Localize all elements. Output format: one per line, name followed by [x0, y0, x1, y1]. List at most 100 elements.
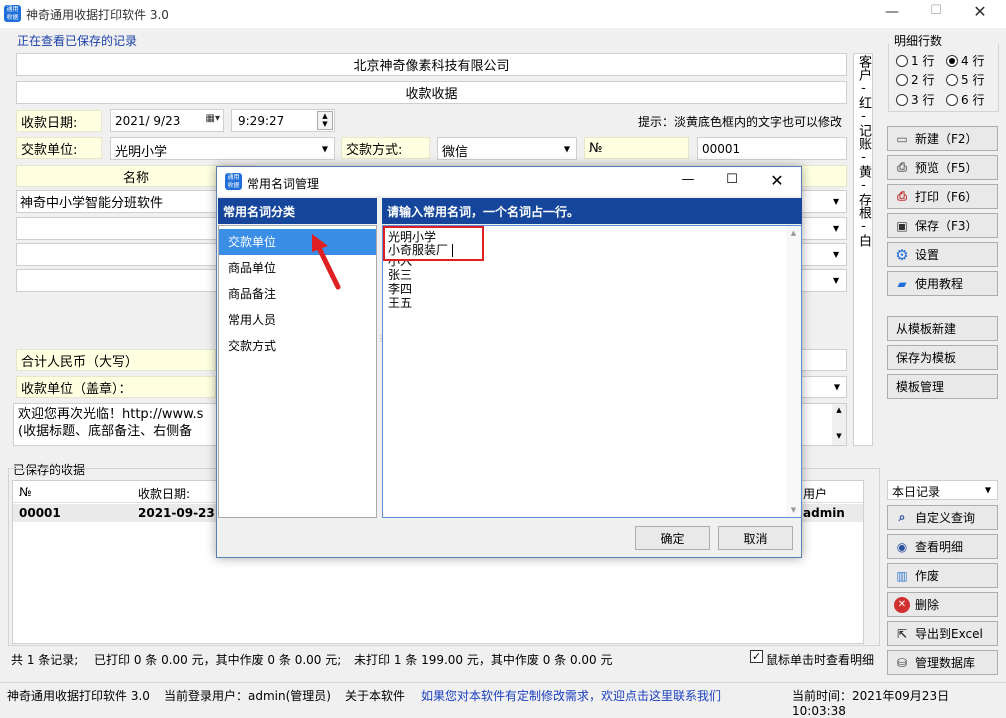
manage-db-button[interactable]: ⛁ 管理数据库 — [887, 650, 998, 675]
viewing-label: 正在查看已保存的记录 — [17, 34, 138, 48]
item-1-name: 神奇中小学智能分班软件 — [20, 196, 164, 211]
export-excel-button[interactable]: ⇱ 导出到Excel — [887, 621, 998, 646]
preview-button[interactable]: ⎙ 预览（F5） — [887, 155, 998, 180]
chevron-down-icon[interactable]: ▼ — [833, 197, 839, 206]
radio-label: 6 行 — [961, 93, 985, 107]
calendar-icon[interactable]: ▦▾ — [206, 113, 220, 124]
radio-2-row[interactable]: 2 行 — [896, 71, 934, 88]
category-list[interactable]: 交款单位 商品单位 商品备注 常用人员 交款方式 — [218, 225, 377, 518]
save-template-button[interactable]: 保存为模板 — [887, 345, 998, 370]
dialog-close-button[interactable]: ✕ — [762, 171, 792, 190]
term-line: 李四 — [388, 282, 413, 296]
hint-text: 提示：淡黄底色框内的文字也可以修改 — [638, 115, 843, 129]
void-button[interactable]: ▥ 作废 — [887, 563, 998, 588]
template-manager-label: 模板管理 — [896, 380, 945, 394]
delete-button[interactable]: ✕ 删除 — [887, 592, 998, 617]
radio-4-row[interactable]: 4 行 — [946, 52, 984, 69]
highlight-box — [383, 226, 484, 261]
gear-icon: ⚙ — [895, 245, 909, 264]
eye-icon: ◉ — [896, 539, 908, 554]
new-button-label: 新建（F2） — [915, 132, 978, 146]
from-template-button[interactable]: 从模板新建 — [887, 316, 998, 341]
table-col-no: № — [19, 485, 32, 499]
tutorial-button[interactable]: ▰ 使用教程 — [887, 271, 998, 296]
table-col-date: 收款日期: — [138, 487, 191, 501]
printer-preview-icon: ⎙ — [897, 160, 907, 174]
manage-db-label: 管理数据库 — [915, 656, 976, 670]
radio-3-row[interactable]: 3 行 — [896, 91, 934, 108]
status-user: 当前登录用户：admin(管理员) — [164, 689, 331, 703]
floppy-icon: ▣ — [896, 218, 908, 233]
template-manager-button[interactable]: 模板管理 — [887, 374, 998, 399]
title-bar: 通用收据 神奇通用收据打印软件 3.0 — ☐ ✕ — [0, 0, 1006, 28]
close-button[interactable]: ✕ — [960, 2, 1000, 22]
view-detail-button[interactable]: ◉ 查看明细 — [887, 534, 998, 559]
cancel-label: 取消 — [743, 531, 768, 546]
payer-label[interactable]: 交款单位: — [16, 137, 102, 159]
column-header-right — [800, 165, 847, 187]
status-about[interactable]: 关于本软件 — [345, 687, 405, 704]
spinner-icon[interactable]: ▲ ▼ — [317, 111, 333, 130]
save-button[interactable]: ▣ 保存（F3） — [887, 213, 998, 238]
print-button-label: 打印（F6） — [915, 190, 978, 204]
payer-select[interactable]: 光明小学 ▼ — [110, 137, 335, 160]
radio-label: 1 行 — [911, 54, 935, 68]
method-value: 微信 — [442, 145, 469, 160]
minimize-button[interactable]: — — [872, 4, 912, 24]
maximize-button[interactable]: ☐ — [916, 3, 956, 23]
category-item[interactable]: 交款方式 — [219, 333, 376, 359]
custom-query-button[interactable]: ⌕ 自定义查询 — [887, 505, 998, 530]
settings-button[interactable]: ⚙ 设置 — [887, 242, 998, 267]
radio-5-row[interactable]: 5 行 — [946, 71, 984, 88]
total-field[interactable] — [800, 349, 847, 371]
status-contact-link[interactable]: 如果您对本软件有定制修改需求，欢迎点击这里联系我们 — [421, 687, 721, 704]
summary-printed: 已打印 0 条 0.00 元，其中作废 0 条 0.00 元; — [94, 653, 342, 667]
seal-label[interactable]: 收款单位（盖章）： — [16, 376, 216, 398]
category-item[interactable]: 商品单位 — [219, 255, 376, 281]
time-picker[interactable]: 9:29:27 ▲ ▼ — [231, 109, 335, 132]
print-button[interactable]: ⎙ 打印（F6） — [887, 184, 998, 209]
ok-label: 确定 — [660, 531, 685, 546]
method-select[interactable]: 微信 ▼ — [437, 137, 577, 160]
export-excel-label: 导出到Excel — [915, 627, 983, 641]
radio-1-row[interactable]: 1 行 — [896, 52, 934, 69]
date-picker[interactable]: 2021/ 9/23 ▦▾ — [110, 109, 224, 132]
new-button[interactable]: ▭ 新建（F2） — [887, 126, 998, 151]
chevron-down-icon: ▼ — [563, 144, 570, 153]
category-item[interactable]: 交款单位 — [219, 229, 376, 255]
row-no: 00001 — [19, 506, 61, 520]
chevron-down-icon[interactable]: ▼ — [833, 250, 839, 259]
scrollbar[interactable]: ▲ ▼ — [832, 404, 846, 445]
export-icon: ⇱ — [896, 626, 908, 641]
chevron-down-icon: ▼ — [321, 144, 328, 153]
save-button-label: 保存（F3） — [915, 219, 978, 233]
dialog-minimize-button[interactable]: — — [673, 172, 703, 187]
detail-checkbox[interactable]: ✓ — [750, 650, 763, 663]
chevron-down-icon[interactable]: ▼ — [833, 276, 839, 285]
no-label[interactable]: № — [584, 137, 689, 159]
database-icon: ⛁ — [896, 655, 908, 670]
category-item[interactable]: 常用人员 — [219, 307, 376, 333]
category-item[interactable]: 商品备注 — [219, 281, 376, 307]
chevron-down-icon[interactable]: ▼ — [833, 224, 839, 233]
dialog-maximize-button[interactable]: ☐ — [717, 172, 747, 187]
delete-x-icon: ✕ — [894, 596, 910, 613]
terms-textarea[interactable]: 光明小学 小奇服装厂 小入 张三 李四 王五 ▲ ▼ — [382, 225, 802, 518]
doc-title-text: 收款收据 — [405, 87, 458, 102]
radio-6-row[interactable]: 6 行 — [946, 91, 984, 108]
scrollbar[interactable]: ▲ ▼ — [786, 226, 801, 517]
no-value: 00001 — [702, 142, 741, 156]
trash-icon: ▥ — [896, 568, 908, 583]
no-field[interactable]: 00001 — [697, 137, 847, 160]
total-label[interactable]: 合计人民币（大写） — [16, 349, 216, 371]
company-text: 北京神奇像素科技有限公司 — [353, 59, 510, 74]
dialog-ok-button[interactable]: 确定 — [635, 526, 710, 550]
seal-select[interactable]: ▼ — [800, 376, 847, 398]
filter-value: 本日记录 — [892, 485, 941, 499]
term-line: 张三 — [388, 268, 413, 282]
side-copy-label: 客户-红-记账-黄-存根-白 — [856, 55, 871, 247]
date-label[interactable]: 收款日期: — [16, 110, 102, 132]
dialog-cancel-button[interactable]: 取消 — [718, 526, 793, 550]
filter-select[interactable]: 本日记录 ▼ — [887, 480, 998, 500]
method-label[interactable]: 交款方式: — [341, 137, 430, 159]
